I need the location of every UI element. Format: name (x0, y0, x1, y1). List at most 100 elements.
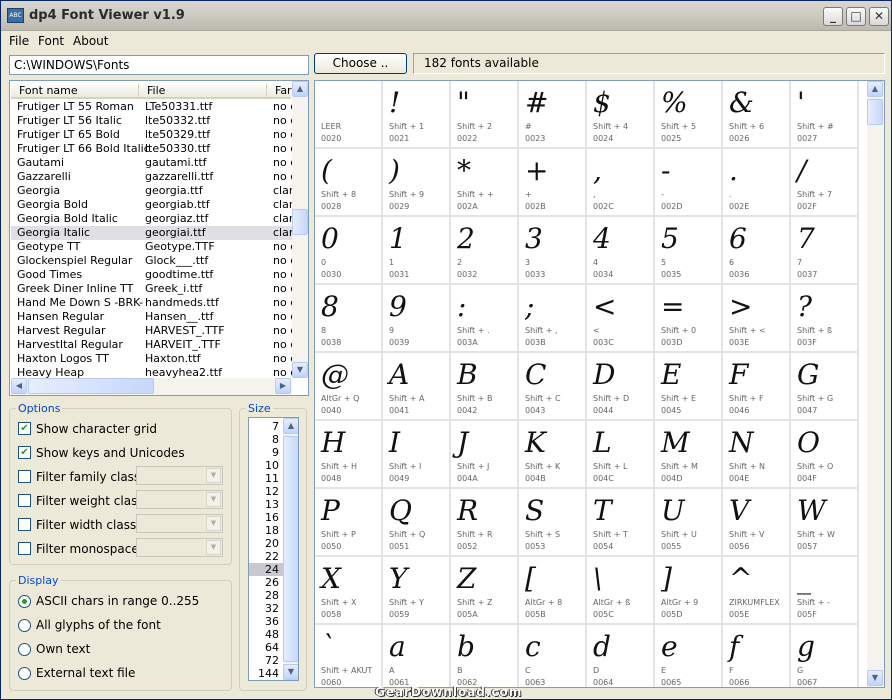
glyph-cell[interactable]: - - 002D (655, 149, 723, 217)
glyph-cell[interactable]: O Shift + O 004F (791, 421, 859, 489)
ascii-range-radio[interactable] (18, 595, 31, 608)
glyph-cell[interactable]: = Shift + 0 003D (655, 285, 723, 353)
glyph-cell[interactable]: 2 2 0032 (451, 217, 519, 285)
font-list-row[interactable]: Harvest Regular HARVEST_.TTF no c (11, 324, 292, 338)
size-option[interactable]: 13 (249, 498, 283, 511)
glyph-cell[interactable]: ' Shift + # 0027 (791, 81, 859, 149)
filter-width-select[interactable]: ▼ (136, 514, 223, 533)
glyph-cell[interactable]: $ Shift + 4 0024 (587, 81, 655, 149)
size-option[interactable]: 7 (249, 420, 283, 433)
size-option[interactable]: 28 (249, 589, 283, 602)
glyph-cell[interactable]: ` Shift + AKUT 0060 (315, 625, 383, 687)
glyph-cell[interactable]: 4 4 0034 (587, 217, 655, 285)
scroll-left-icon[interactable]: ◀ (11, 378, 27, 394)
scroll-right-icon[interactable]: ▶ (275, 378, 291, 394)
glyph-cell[interactable]: ,, 002C (587, 149, 655, 217)
filter-family-select[interactable]: ▼ (136, 466, 223, 485)
glyph-cell[interactable]: 1 1 0031 (383, 217, 451, 285)
glyph-cell[interactable]: A Shift + A 0041 (383, 353, 451, 421)
font-list-row[interactable]: Glockenspiel Regular Glock___.ttf no c (11, 254, 292, 268)
glyph-cell[interactable]: X Shift + X 0058 (315, 557, 383, 625)
glyph-cell[interactable]: g G 0067 (791, 625, 859, 687)
external-file-radio[interactable] (18, 667, 31, 680)
filter-mono-select[interactable]: ▼ (136, 538, 223, 557)
font-list-row[interactable]: Georgia georgia.ttf clar (11, 184, 292, 198)
filter-weight-checkbox[interactable] (18, 494, 31, 507)
title-bar[interactable]: ABC dp4 Font Viewer v1.9 _ □ ✕ (1, 1, 891, 31)
glyph-cell[interactable]: D Shift + D 0044 (587, 353, 655, 421)
glyph-cell[interactable]: # #0023 (519, 81, 587, 149)
font-list-row[interactable]: Heavy Heap heavyhea2.ttf no c (11, 366, 292, 378)
menu-about[interactable]: About (73, 34, 108, 48)
glyph-cell[interactable]: c C 0063 (519, 625, 587, 687)
choose-folder-button[interactable]: Choose .. (314, 53, 407, 74)
own-text-radio[interactable] (18, 643, 31, 656)
scroll-up-icon[interactable]: ▲ (292, 81, 308, 97)
filter-width-checkbox[interactable] (18, 518, 31, 531)
glyph-cell[interactable]: e E 0065 (655, 625, 723, 687)
glyph-cell[interactable]: R Shift + R 0052 (451, 489, 519, 557)
glyph-cell[interactable]: S Shift + S 0053 (519, 489, 587, 557)
size-option[interactable]: 26 (249, 576, 283, 589)
size-option[interactable]: 16 (249, 511, 283, 524)
glyph-cell[interactable]: < <003C (587, 285, 655, 353)
menu-file[interactable]: File (9, 34, 29, 48)
size-option[interactable]: 72 (249, 654, 283, 667)
glyph-cell[interactable]: C Shift + C 0043 (519, 353, 587, 421)
glyph-cell[interactable]: M Shift + M 004D (655, 421, 723, 489)
glyph-cell[interactable]: * Shift + + 002A (451, 149, 519, 217)
scroll-thumb[interactable] (292, 209, 308, 235)
glyph-cell[interactable]: ) Shift + 9 0029 (383, 149, 451, 217)
filter-mono-checkbox[interactable] (18, 542, 31, 555)
glyph-cell[interactable]: P Shift + P 0050 (315, 489, 383, 557)
glyph-cell[interactable]: " Shift + 2 0022 (451, 81, 519, 149)
font-list-row[interactable]: HarvestItal Regular HARVEIT_.TTF no c (11, 338, 292, 352)
glyph-grid[interactable]: LEER 0020! Shift + 1 0021 " Shift + 2 0022 # #00… (314, 80, 885, 688)
scroll-down-icon[interactable]: ▼ (867, 670, 883, 686)
font-list-row[interactable]: Gautami gautami.ttf no c (11, 156, 292, 170)
size-option[interactable]: 36 (249, 615, 283, 628)
glyph-cell[interactable]: T Shift + T 0054 (587, 489, 655, 557)
all-glyphs-radio[interactable] (18, 619, 31, 632)
font-list[interactable]: Font name File Far Frutiger LT 55 Roman L… (9, 80, 309, 396)
size-option[interactable]: 9 (249, 446, 283, 459)
glyph-cell[interactable]: Z Shift + Z 005A (451, 557, 519, 625)
glyph-cell[interactable]: a A 0061 (383, 625, 451, 687)
scroll-down-icon[interactable]: ▼ (292, 362, 308, 378)
glyph-cell[interactable]: LEER 0020 (315, 81, 383, 149)
glyph-cell[interactable]: d D 0064 (587, 625, 655, 687)
glyph-cell[interactable]: H Shift + H 0048 (315, 421, 383, 489)
font-list-vertical-scrollbar[interactable]: ▲ ▼ (292, 81, 308, 378)
glyph-cell[interactable]: 0 0 0030 (315, 217, 383, 285)
glyph-cell[interactable]: I Shift + I 0049 (383, 421, 451, 489)
folder-path-input[interactable]: C:\WINDOWS\Fonts (9, 55, 309, 75)
glyph-cell[interactable]: ; Shift + , 003B (519, 285, 587, 353)
glyph-cell[interactable]: f F 0066 (723, 625, 791, 687)
glyph-cell[interactable]: ] AltGr + 9 005D (655, 557, 723, 625)
glyph-grid-scrollbar[interactable]: ▲ ▼ (867, 81, 884, 687)
maximize-button[interactable]: □ (846, 7, 866, 26)
glyph-cell[interactable]: 3 3 0033 (519, 217, 587, 285)
show-keys-checkbox[interactable]: ✔ (18, 446, 31, 459)
scroll-up-icon[interactable]: ▲ (867, 81, 883, 97)
glyph-cell[interactable]: .. 002E (723, 149, 791, 217)
glyph-cell[interactable]: (Shift + 8 0028 (315, 149, 383, 217)
size-list-scrollbar[interactable]: ▲ ▼ (283, 418, 298, 680)
size-option[interactable]: 11 (249, 472, 283, 485)
glyph-cell[interactable]: 9 9 0039 (383, 285, 451, 353)
glyph-cell[interactable]: J Shift + J 004A (451, 421, 519, 489)
glyph-cell[interactable]: E Shift + E 0045 (655, 353, 723, 421)
glyph-cell[interactable]: W Shift + W 0057 (791, 489, 859, 557)
size-list[interactable]: 7 8 9 10 11 12 13 16 18 20 22 24 26 28 32 36 48 64 72 144 ▲… (248, 417, 299, 681)
font-list-row[interactable]: Gazzarelli gazzarelli.ttf no c (11, 170, 292, 184)
menu-font[interactable]: Font (38, 34, 64, 48)
size-option[interactable]: 12 (249, 485, 283, 498)
glyph-cell[interactable]: : Shift + . 003A (451, 285, 519, 353)
glyph-cell[interactable]: & Shift + 6 0026 (723, 81, 791, 149)
font-list-horizontal-scrollbar[interactable]: ◀ ▶ (11, 378, 292, 395)
size-option[interactable]: 22 (249, 550, 283, 563)
size-option[interactable]: 48 (249, 628, 283, 641)
size-option[interactable]: 144 (249, 667, 283, 680)
scroll-up-icon[interactable]: ▲ (283, 418, 298, 434)
size-option[interactable]: 32 (249, 602, 283, 615)
